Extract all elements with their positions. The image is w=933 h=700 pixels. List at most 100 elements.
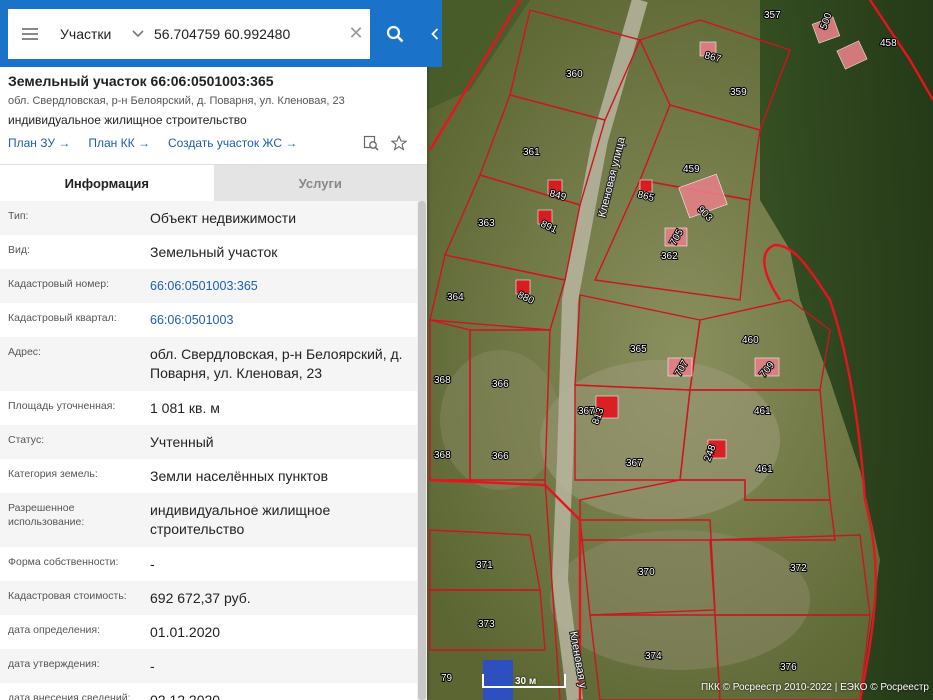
info-row: Площадь уточненная: 1 081 кв. м <box>0 391 417 425</box>
plot-label: 367 <box>626 458 643 469</box>
clearing <box>540 360 780 520</box>
plan-zu-label: План ЗУ <box>8 136 55 150</box>
search-button[interactable] <box>369 8 419 59</box>
plot-label: 371 <box>476 560 493 571</box>
info-value: индивидуальное жилищное строительство <box>150 502 331 537</box>
plot-label: 362 <box>661 251 678 262</box>
plot-label: 373 <box>478 619 495 630</box>
info-row: Статус: Учтенный <box>0 425 417 459</box>
plot-label: 357 <box>764 10 781 21</box>
plot-label: 359 <box>730 87 747 98</box>
arrow-right-icon: → <box>285 136 298 150</box>
cadastral-quarter-link[interactable]: 66:06:0501003 <box>142 303 417 337</box>
plot-label: 458 <box>880 38 897 49</box>
info-key: Категория земель: <box>8 468 98 480</box>
info-key: Статус: <box>8 434 45 446</box>
plot-label: 361 <box>523 147 540 158</box>
plot-label: 370 <box>638 567 655 578</box>
zoom-to-object-icon[interactable] <box>363 135 379 151</box>
plot-label: 372 <box>790 563 807 574</box>
plot-label: 368 <box>434 450 451 461</box>
info-key: дата утверждения: <box>8 658 100 670</box>
clearing <box>440 350 560 490</box>
info-row: Форма собственности: - <box>0 547 417 581</box>
plot-label: 79 <box>441 673 453 684</box>
info-value: обл. Свердловская, р-н Белоярский, д. По… <box>150 346 403 381</box>
info-value: - <box>150 658 155 674</box>
menu-button[interactable] <box>8 9 52 59</box>
action-row: План ЗУ → План КК → Создать участок ЖС → <box>8 135 419 151</box>
map-copyright: ПКК © Росреестр 2010-2022 | ЕЭКО © Росре… <box>700 682 929 693</box>
info-row: дата внесения сведений: 02.12.2020 <box>0 683 417 700</box>
plot-label: 365 <box>630 344 647 355</box>
object-usage: индивидуальное жилищное строительство <box>8 113 247 127</box>
info-key: Кадастровый номер: <box>8 278 110 290</box>
plot-label: 459 <box>683 164 700 175</box>
plot-label: 460 <box>742 335 759 346</box>
scale-label: 30 м <box>515 676 537 687</box>
info-key: Площадь уточненная: <box>8 400 116 412</box>
plan-zu-link[interactable]: План ЗУ → <box>8 136 70 150</box>
hamburger-icon <box>22 27 38 40</box>
object-address: обл. Свердловская, р-н Белоярский, д. По… <box>8 95 345 107</box>
info-key: Разрешенное использование: <box>8 502 85 528</box>
star-icon[interactable] <box>391 135 407 151</box>
arrow-right-icon: → <box>58 136 71 150</box>
chevron-left-icon <box>430 27 438 40</box>
info-value: 692 672,37 руб. <box>150 590 251 606</box>
close-icon: ✕ <box>348 23 364 43</box>
plan-kk-label: План КК <box>88 136 135 150</box>
search-icon <box>386 25 403 42</box>
search-bar: Участки ✕ <box>0 0 427 67</box>
plot-label: 368 <box>434 375 451 386</box>
plan-kk-link[interactable]: План КК → <box>88 136 150 150</box>
info-key: дата внесения сведений: <box>8 692 131 700</box>
info-value: 02.12.2020 <box>150 692 221 700</box>
info-row: дата определения: 01.01.2020 <box>0 615 417 649</box>
create-plot-link[interactable]: Создать участок ЖС → <box>168 136 297 150</box>
plot-label: 363 <box>478 218 495 229</box>
plot-label: 366 <box>492 451 509 462</box>
info-row: Адрес: обл. Свердловская, р-н Белоярский… <box>0 337 417 391</box>
tabs: Информация Услуги <box>0 164 427 201</box>
arrow-right-icon: → <box>137 136 150 150</box>
create-plot-label: Создать участок ЖС <box>167 136 283 150</box>
header-icons <box>363 135 419 151</box>
info-value: Земли населённых пунктов <box>150 468 329 484</box>
info-value: Учтенный <box>150 434 214 450</box>
object-header: Земельный участок 66:06:0501003:365 обл.… <box>0 67 427 164</box>
search-box: Участки ✕ <box>8 8 419 59</box>
info-row: дата утверждения: - <box>0 649 417 683</box>
info-row: Вид: Земельный участок <box>0 235 417 269</box>
search-input[interactable] <box>152 13 343 54</box>
plot-label: 374 <box>645 651 662 662</box>
layer-select-value: Участки <box>60 25 112 42</box>
tab-services[interactable]: Услуги <box>213 165 427 201</box>
tab-info[interactable]: Информация <box>0 165 214 201</box>
scrollbar[interactable] <box>417 201 427 700</box>
cadastral-number-link[interactable]: 66:06:0501003:365 <box>142 269 417 303</box>
info-row: Разрешенное использование: индивидуально… <box>0 493 417 547</box>
info-key: Адрес: <box>8 346 41 358</box>
info-table: Тип: Объект недвижимости Вид: Земельный … <box>0 201 417 700</box>
info-value: 1 081 кв. м <box>150 400 220 416</box>
collapse-panel-button[interactable] <box>427 0 442 67</box>
clear-button[interactable]: ✕ <box>343 23 369 44</box>
info-key: Кадастровая стоимость: <box>8 590 127 602</box>
info-value: Земельный участок <box>150 244 278 260</box>
info-key: Тип: <box>8 210 29 222</box>
info-value: 01.01.2020 <box>150 624 221 640</box>
info-panel: Участки ✕ Земельный участок 66:06:050100… <box>0 0 427 700</box>
plot-label: 366 <box>492 379 509 390</box>
object-title: Земельный участок 66:06:0501003:365 <box>8 73 274 89</box>
info-key: Кадастровый квартал: <box>8 312 117 324</box>
plot-label: 461 <box>756 464 773 475</box>
info-key: дата определения: <box>8 624 101 636</box>
plot-label: 360 <box>566 69 583 80</box>
layer-select[interactable]: Участки <box>52 9 152 59</box>
info-key: Форма собственности: <box>8 556 119 568</box>
info-row: Категория земель: Земли населённых пункт… <box>0 459 417 493</box>
info-row: Кадастровый номер: 66:06:0501003:365 <box>0 269 417 303</box>
plot-label: 376 <box>780 662 797 673</box>
scroll-thumb[interactable] <box>418 201 426 700</box>
